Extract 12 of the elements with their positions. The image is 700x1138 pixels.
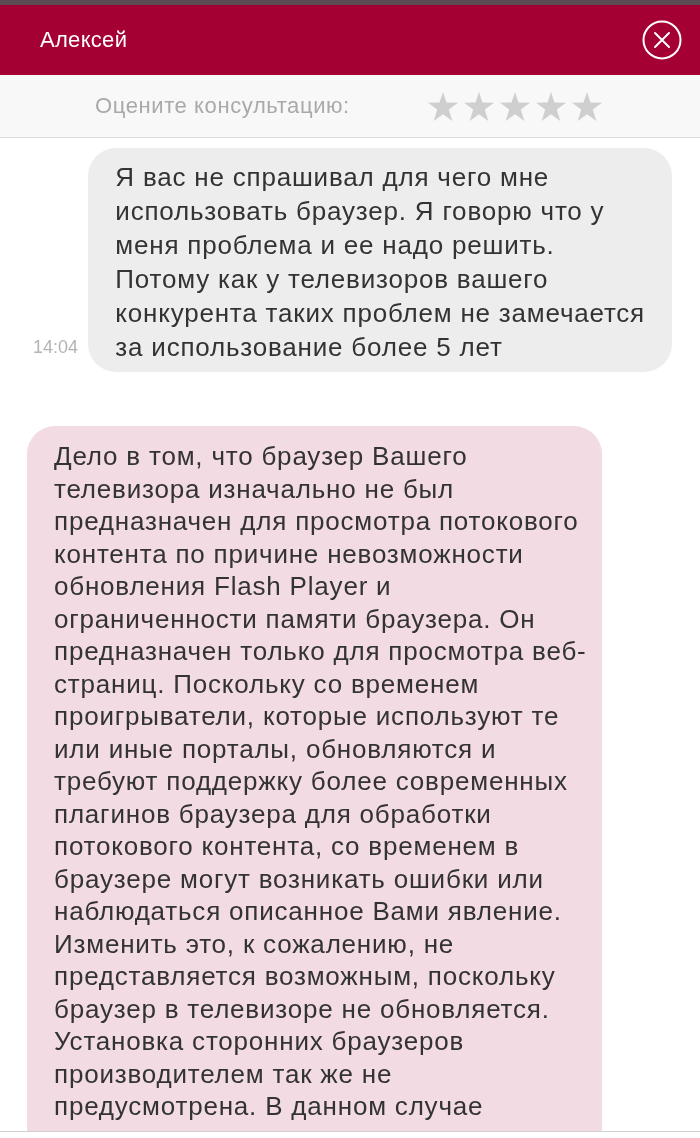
star-icon[interactable] xyxy=(464,91,494,121)
star-icon[interactable] xyxy=(572,91,602,121)
star-icon[interactable] xyxy=(500,91,530,121)
close-button[interactable] xyxy=(642,20,682,60)
rating-prompt: Оцените консультацию: xyxy=(95,93,350,119)
agent-name: Алексей xyxy=(40,27,128,53)
sent-message: Я вас не спрашивал для чего мне использовать браузер. Я говорю что у меня проблема и ее надо решить. Потому как у телевизоров вашего конкурента таких проблем не замечается за использование более 5 лет xyxy=(88,148,672,372)
message-time: 14:04 xyxy=(33,337,79,358)
received-message: Дело в том, что браузер Вашего телевизора изначально не был предназначен для просмотра потокового контента по причине невозможности обновления Flash Player и ограниченности памяти браузера. Он предназначен только для просмотра веб- страниц. Поскольку со временем проигрыватели, которые используют те или иные порталы, обновляются и требуют поддержку более современных плагинов браузера для обработки потокового контента, со временем в браузере могут возникать ошибки или наблюдаться описанное Вами явление. Изменить это, к сожалению, не представляется возможным, поскольку браузер в телевизоре не обновляется. Установка сторонних браузеров производителем так же не предусмотрена. В данном случае xyxy=(27,426,602,1131)
star-icon[interactable] xyxy=(428,91,458,121)
close-icon xyxy=(642,20,682,60)
star-icon[interactable] xyxy=(536,91,566,121)
